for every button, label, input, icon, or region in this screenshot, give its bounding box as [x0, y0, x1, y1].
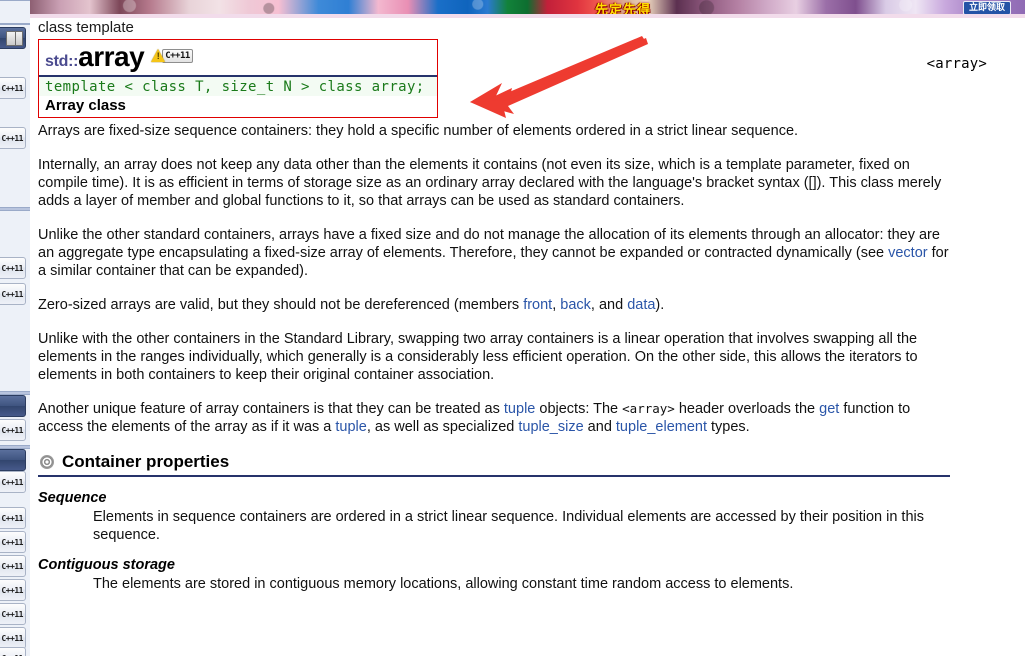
taskbar-item-label: C++11 [1, 609, 23, 619]
link-get[interactable]: get [819, 401, 839, 417]
page-content: class template std::array C++11 template … [38, 18, 953, 593]
spiral-icon [40, 455, 54, 469]
paragraph-p1: Arrays are fixed-size sequence container… [38, 122, 950, 140]
taskbar-item-window-active-1[interactable] [0, 395, 26, 417]
link-tuple_size[interactable]: tuple_size [518, 419, 583, 435]
taskbar-group-1: C++11 C++11 [0, 24, 30, 208]
paragraph-text: Arrays are fixed-size sequence container… [38, 123, 799, 139]
taskbar-item-label: C++11 [1, 83, 23, 93]
taskbar-item-label: C++11 [1, 513, 23, 523]
paragraph-text: types. [707, 419, 750, 435]
standard-badge-group: C++11 [151, 47, 193, 65]
dictionary-icon [6, 30, 23, 46]
template-prototype: template < class T, size_t N > class arr… [39, 77, 437, 96]
paragraph-text: header overloads the [674, 401, 820, 417]
paragraph-p3: Unlike the other standard containers, ar… [38, 226, 950, 280]
paragraph-p6: Another unique feature of array containe… [38, 400, 950, 436]
page-subtitle: Array class [45, 97, 126, 114]
taskbar-item-window-active-2[interactable] [0, 449, 26, 471]
page-kicker: class template [38, 19, 134, 36]
taskbar-item-label: C++11 [1, 561, 23, 571]
link-tuple_element[interactable]: tuple_element [616, 419, 707, 435]
link-tuple[interactable]: tuple [504, 401, 535, 417]
taskbar-item-label: C++11 [1, 425, 23, 435]
container-properties-list: Sequence Elements in sequence containers … [38, 490, 953, 593]
paragraph-text: , and [590, 297, 628, 313]
namespace-label: std:: [45, 53, 79, 70]
section-heading-container-properties: Container properties [38, 452, 950, 477]
paragraph-text: objects: The [535, 401, 623, 417]
section-title: Container properties [62, 452, 230, 471]
property-definition-1: The elements are stored in contiguous me… [93, 576, 794, 592]
paragraph-p2: Internally, an array does not keep any d… [38, 156, 950, 210]
taskbar-item-cpp-4[interactable]: C++11 [0, 283, 26, 305]
taskbar-item-cpp-6[interactable]: C++11 [0, 471, 26, 493]
link-back[interactable]: back [560, 297, 591, 313]
taskbar-item-label: C++11 [1, 633, 23, 643]
paragraph-text: Unlike with the other containers in the … [38, 331, 918, 383]
taskbar-item-label: C++11 [1, 585, 23, 595]
taskbar-item-dictionary[interactable] [0, 27, 26, 49]
taskbar-item-cpp-12[interactable]: C++11 [0, 627, 26, 649]
taskbar-item-cpp-5[interactable]: C++11 [0, 419, 26, 441]
link-front[interactable]: front [523, 297, 552, 313]
taskbar-group-4: C++11 C++11 C++11 C++11 C++11 C++11 C++11 C++11 [0, 448, 30, 656]
red-highlight-box: std::array C++11 template < class T, size… [38, 39, 438, 118]
description-paragraphs: Arrays are fixed-size sequence container… [38, 122, 953, 436]
paragraph-text: Internally, an array does not keep any d… [38, 157, 942, 209]
ad-headline: 先定先得 [595, 2, 652, 14]
paragraph-p5: Unlike with the other containers in the … [38, 330, 950, 384]
ad-artwork [30, 0, 1025, 14]
link-tuple[interactable]: tuple [335, 419, 366, 435]
taskbar-item-label: C++11 [1, 537, 23, 547]
paragraph-text: ). [655, 297, 665, 313]
paragraph-text: , as well as specialized [366, 419, 519, 435]
ad-cta-button[interactable]: 立即领取 [962, 1, 1011, 14]
taskbar-item-cpp-7[interactable]: C++11 [0, 507, 26, 529]
warning-triangle-icon [151, 49, 166, 63]
inline-code: <array> [622, 401, 675, 416]
paragraph-text: and [583, 419, 616, 435]
paragraph-text: Unlike the other standard containers, ar… [38, 227, 940, 261]
paragraph-text: Another unique feature of array containe… [38, 401, 504, 417]
property-term-1: Contiguous storage [38, 557, 175, 573]
taskbar-item-cpp-13[interactable]: C++11 [0, 647, 26, 656]
documentation-page: <array> class template std::array C++11 t… [30, 18, 1025, 656]
page-title: std::array C++11 [39, 40, 437, 77]
class-name-label: array [78, 41, 145, 72]
screen: C++11 C++11 C++11 C++11 C++11 C++11 C++11 C++11… [0, 0, 1025, 656]
taskbar-group-0 [0, 0, 30, 24]
taskbar-item-label: C++11 [1, 133, 23, 143]
property-definition-0: Elements in sequence containers are orde… [93, 509, 924, 543]
taskbar-group-2: C++11 C++11 [0, 210, 30, 392]
taskbar-item-cpp-8[interactable]: C++11 [0, 531, 26, 553]
taskbar-item-label: C++11 [1, 289, 23, 299]
taskbar-item-cpp-3[interactable]: C++11 [0, 257, 26, 279]
taskbar-item-label: C++11 [1, 477, 23, 487]
taskbar-item-cpp-1[interactable]: C++11 [0, 77, 26, 99]
taskbar-item-cpp-9[interactable]: C++11 [0, 555, 26, 577]
taskbar-item-cpp-11[interactable]: C++11 [0, 603, 26, 625]
link-vector[interactable]: vector [888, 245, 928, 261]
vertical-taskbar[interactable]: C++11 C++11 C++11 C++11 C++11 C++11 C++11 C++11… [0, 0, 31, 656]
taskbar-item-label: C++11 [1, 263, 23, 273]
paragraph-text: Zero-sized arrays are valid, but they sh… [38, 297, 524, 313]
cpp11-badge: C++11 [162, 48, 193, 63]
advertisement-banner[interactable]: 先定先得 立即领取 [30, 0, 1025, 14]
taskbar-item-cpp-2[interactable]: C++11 [0, 127, 26, 149]
taskbar-group-3: C++11 [0, 394, 30, 446]
paragraph-p4: Zero-sized arrays are valid, but they sh… [38, 296, 950, 314]
taskbar-item-cpp-10[interactable]: C++11 [0, 579, 26, 601]
link-data[interactable]: data [627, 297, 655, 313]
property-term-0: Sequence [38, 490, 107, 506]
